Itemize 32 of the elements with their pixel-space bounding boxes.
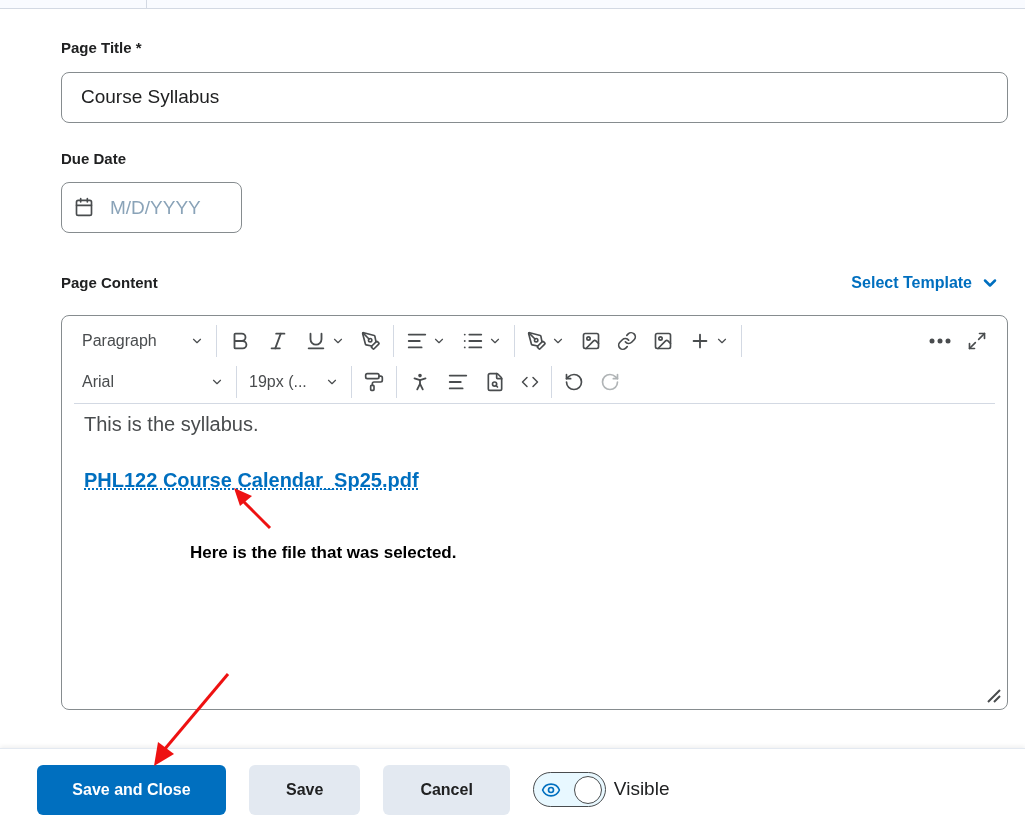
select-template-link[interactable]: Select Template [851, 271, 1000, 295]
page-title-field[interactable]: Course Syllabus [61, 71, 1008, 123]
visibility-toggle[interactable] [532, 772, 606, 807]
redo-icon [600, 372, 620, 392]
font-dropdown[interactable]: Arial [74, 366, 232, 398]
paint-roller-icon [364, 372, 384, 392]
undo-icon [564, 372, 584, 392]
toggle-knob [573, 775, 602, 804]
page-content-label: Page Content [61, 272, 158, 293]
footer-button[interactable]: Save [249, 764, 361, 815]
visible-label: Visible [613, 777, 670, 802]
pen-icon [361, 331, 381, 351]
save-and-close-button[interactable]: Save and Close [37, 764, 226, 815]
page-title-label: Page Title * [61, 38, 143, 58]
underline-icon [305, 330, 327, 352]
footer-button[interactable]: Cancel [383, 764, 510, 815]
image-icon [653, 331, 673, 351]
calendar-icon [74, 197, 94, 217]
search-icon [485, 372, 505, 392]
font-size-dropdown[interactable]: 19px (... [241, 366, 347, 398]
file-link[interactable]: PHL122 Course Calendar_Sp25.pdf [84, 465, 419, 495]
due-date-field[interactable]: M/D/YYYY [61, 182, 242, 233]
resize-handle-icon[interactable] [985, 687, 1001, 703]
paragraph-text: This is the syllabus. [84, 412, 259, 437]
link-icon [617, 331, 637, 351]
more-icon [929, 338, 951, 344]
annotation-text: Here is the file that was selected. [190, 542, 457, 564]
expand-icon [967, 331, 987, 351]
image-icon [581, 331, 601, 351]
due-date-label: Due Date [61, 148, 128, 169]
pen-icon [527, 331, 547, 351]
block-format-dropdown[interactable]: Paragraph [74, 325, 212, 357]
